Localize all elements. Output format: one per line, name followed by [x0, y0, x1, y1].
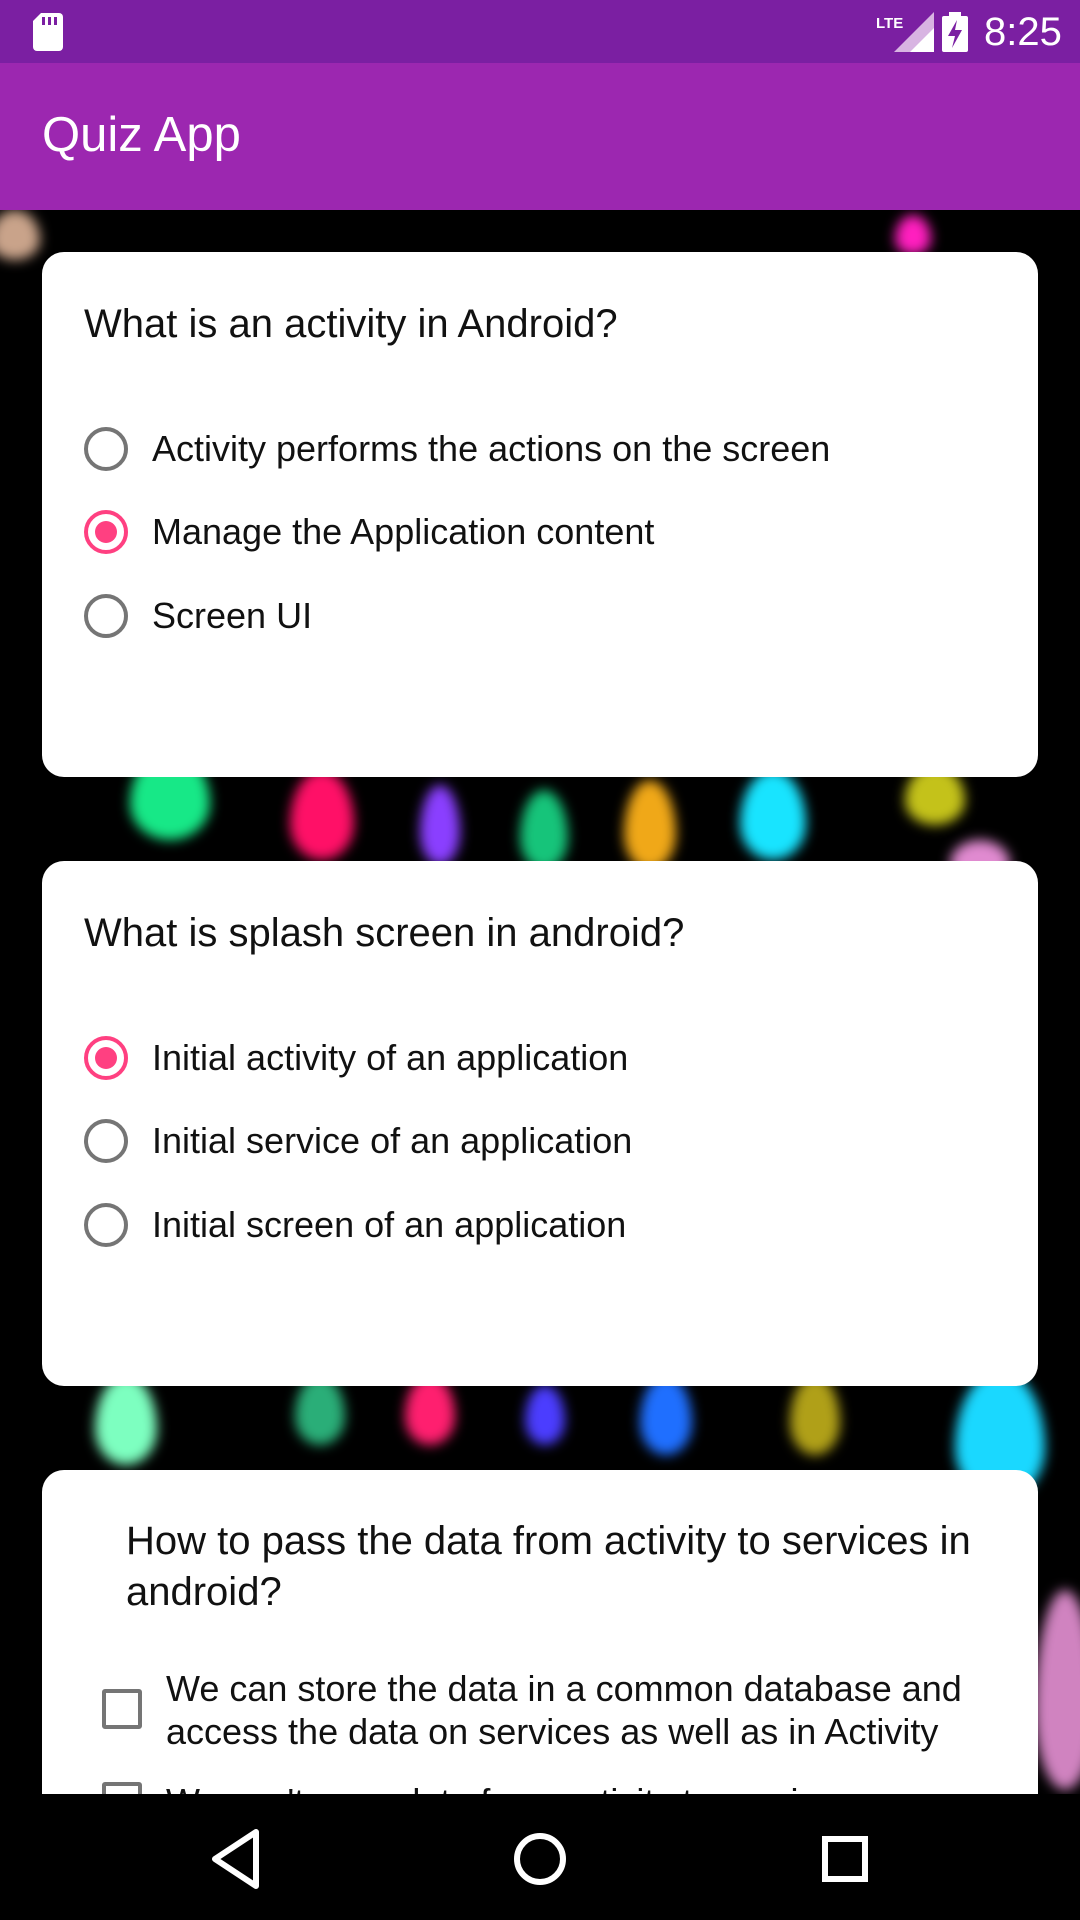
question-card: What is an activity in Android? Activity…: [42, 252, 1038, 777]
question-text: What is an activity in Android?: [84, 302, 618, 346]
question-card: What is splash screen in android? Initia…: [42, 861, 1038, 1386]
option-label: Initial screen of an application: [152, 1204, 627, 1245]
home-icon[interactable]: [505, 1824, 575, 1894]
answer-option[interactable]: We can't pass data from activity to serv…: [102, 1772, 854, 1794]
answer-option[interactable]: Initial service of an application: [84, 1111, 632, 1171]
background-light: [790, 1375, 840, 1455]
answer-option[interactable]: Activity performs the actions on the scr…: [84, 419, 830, 479]
quiz-content[interactable]: What is an activity in Android? Activity…: [0, 210, 1080, 1794]
background-light: [520, 790, 568, 870]
answer-option[interactable]: Manage the Application content: [84, 502, 654, 562]
question-text: How to pass the data from activity to se…: [126, 1519, 971, 1614]
recents-icon[interactable]: [810, 1824, 880, 1894]
sd-card-icon: [33, 13, 63, 51]
app-bar: Quiz App: [0, 63, 1080, 210]
radio-button-icon[interactable]: [84, 1036, 128, 1080]
option-label: Initial activity of an application: [152, 1037, 629, 1078]
background-light: [0, 210, 40, 260]
background-light: [1035, 1590, 1080, 1790]
background-light: [624, 780, 676, 870]
navigation-bar: [0, 1794, 1080, 1920]
answer-option[interactable]: Screen UI: [84, 586, 312, 646]
radio-button-icon[interactable]: [84, 510, 128, 554]
background-light: [420, 785, 460, 865]
clock: 8:25: [984, 10, 1062, 54]
app-title: Quiz App: [42, 108, 241, 162]
radio-button-icon[interactable]: [84, 594, 128, 638]
option-label: Manage the Application content: [152, 511, 655, 552]
question-text: What is splash screen in android?: [84, 911, 685, 955]
back-icon[interactable]: [201, 1824, 271, 1894]
checkbox-icon[interactable]: [102, 1782, 142, 1794]
background-light: [525, 1385, 565, 1445]
battery-charging-icon: [942, 12, 968, 52]
option-label: We can't pass data from activity to serv…: [166, 1781, 854, 1794]
background-light: [740, 770, 806, 860]
option-label: We can store the data in a common databa…: [166, 1668, 962, 1752]
radio-button-icon[interactable]: [84, 1119, 128, 1163]
background-light: [290, 770, 354, 860]
option-label: Initial service of an application: [152, 1120, 633, 1161]
radio-button-icon[interactable]: [84, 1203, 128, 1247]
answer-option[interactable]: Initial screen of an application: [84, 1195, 626, 1255]
option-label: Activity performs the actions on the scr…: [152, 428, 831, 469]
answer-option[interactable]: Initial activity of an application: [84, 1028, 628, 1088]
status-bar: LTE 8:25: [0, 0, 1080, 63]
answer-option[interactable]: We can store the data in a common databa…: [102, 1667, 986, 1753]
background-light: [640, 1375, 692, 1455]
background-light: [95, 1375, 157, 1465]
background-light: [895, 215, 931, 255]
lte-signal-icon: LTE: [876, 12, 934, 52]
checkbox-icon[interactable]: [102, 1689, 142, 1729]
lte-label: LTE: [876, 15, 903, 32]
radio-button-icon[interactable]: [84, 427, 128, 471]
question-card: How to pass the data from activity to se…: [42, 1470, 1038, 1794]
option-label: Screen UI: [152, 595, 313, 636]
